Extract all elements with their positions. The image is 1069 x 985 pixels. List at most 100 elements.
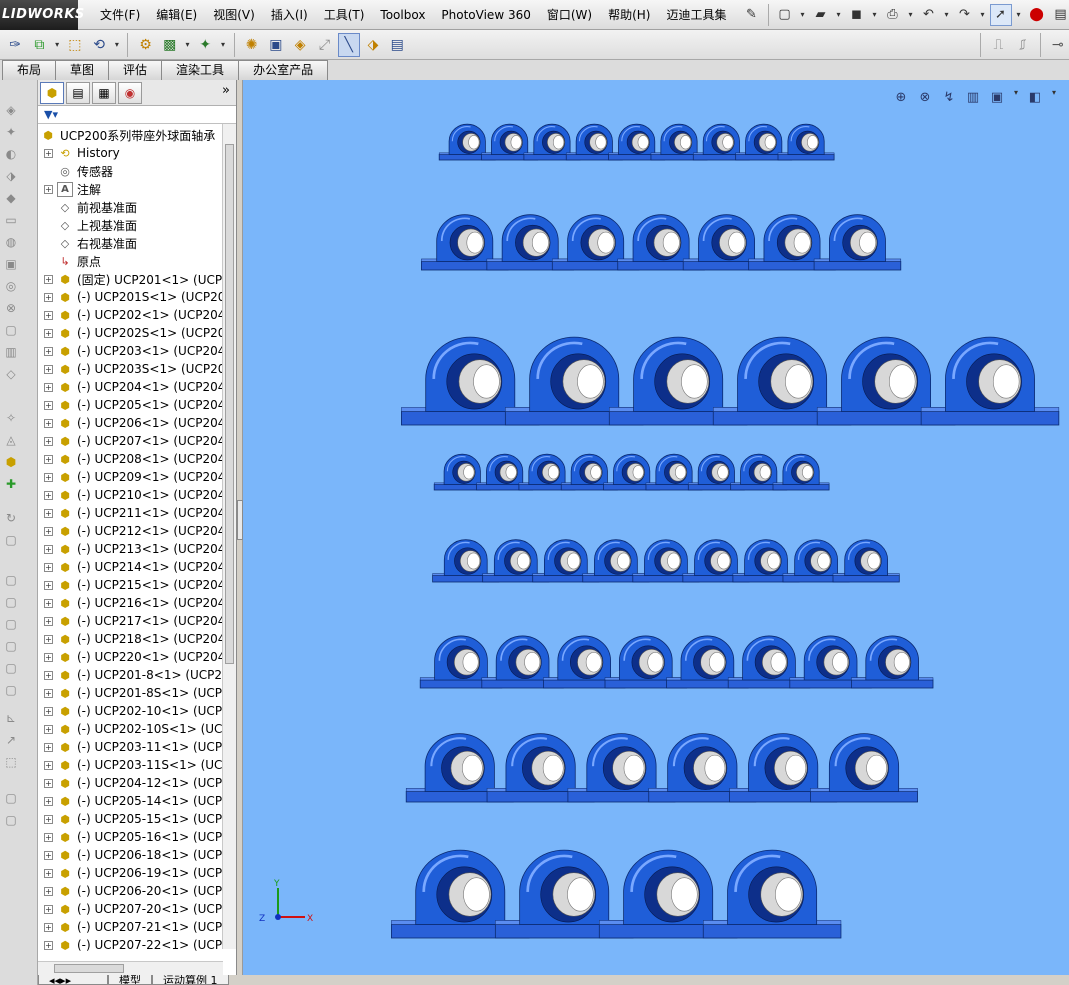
tree-item[interactable]: + ⬢ (-) UCP202-10S<1> (UCI <box>44 720 226 738</box>
tree-item[interactable]: + ⬢ (-) UCP202S<1> (UCP20 <box>44 324 225 342</box>
expand-icon[interactable]: + <box>44 454 53 464</box>
undo-dropdown-icon[interactable]: ▾ <box>942 10 952 19</box>
pattern-icon[interactable]: ▩ <box>159 33 181 57</box>
expand-icon[interactable]: + <box>44 598 53 608</box>
expand-icon[interactable]: + <box>44 706 53 716</box>
tree-item[interactable]: + ⬢ (-) UCP203S<1> (UCP20 <box>44 360 225 378</box>
tool-strip-icon[interactable]: ↗ <box>2 732 20 748</box>
expand-icon[interactable]: + <box>44 922 53 932</box>
zoom-to-fit-icon[interactable]: ⊕ <box>891 88 911 106</box>
new-document-icon[interactable]: ▢ <box>774 4 796 26</box>
tree-item[interactable]: + ⬢ (-) UCP218<1> (UCP204 <box>44 630 225 648</box>
tree-item[interactable]: + ⬢ (-) UCP212<1> (UCP204 <box>44 522 225 540</box>
tree-item[interactable]: + ⬢ (-) UCP206<1> (UCP204 <box>44 414 225 432</box>
expand-icon[interactable]: + <box>44 472 53 482</box>
expand-icon[interactable]: + <box>44 850 53 860</box>
tree-item[interactable]: + ⬢ (固定) UCP201<1> (UCP2 <box>44 270 230 288</box>
nav-arrows-icon[interactable]: ◂◂▸▸ <box>38 975 108 985</box>
expand-icon[interactable]: + <box>44 652 53 662</box>
display-icon[interactable]: ▤ <box>386 33 408 57</box>
traffic-light-icon[interactable]: ⬤ <box>1026 4 1048 26</box>
scrollbar-thumb[interactable] <box>225 144 234 664</box>
tool-strip-icon[interactable]: ▢ <box>2 572 20 588</box>
tree-item[interactable]: + ⬢ (-) UCP213<1> (UCP204 <box>44 540 225 558</box>
tool-strip-icon[interactable]: ◍ <box>2 234 20 250</box>
tool-strip-icon[interactable]: ▣ <box>2 256 20 272</box>
tree-item[interactable]: ◇ 上视基准面 <box>44 216 137 234</box>
mate-dropdown-icon[interactable]: ▾ <box>53 40 62 49</box>
tool-strip-icon[interactable]: ▢ <box>2 660 20 676</box>
menu-item[interactable]: 工具(T) <box>316 0 373 30</box>
tree-item[interactable]: + ⬢ (-) UCP206-19<1> (UCP2 <box>44 864 230 882</box>
key-icon[interactable]: ⊸ <box>1047 33 1069 57</box>
menu-item[interactable]: 帮助(H) <box>600 0 658 30</box>
tool-strip-icon[interactable]: ▢ <box>2 594 20 610</box>
tool-strip-icon[interactable]: ▢ <box>2 682 20 698</box>
step-icon[interactable]: ⎍ <box>987 33 1009 57</box>
tree-item[interactable]: + ⬢ (-) UCP202<1> (UCP204 <box>44 306 225 324</box>
command-tab[interactable]: 办公室产品 <box>238 60 329 80</box>
open-folder-icon[interactable]: ▰ <box>810 4 832 26</box>
tree-item[interactable]: + ⬢ (-) UCP201-8<1> (UCP2 <box>44 666 222 684</box>
tree-item[interactable]: + ⬢ (-) UCP203-11S<1> (UCI <box>44 756 226 774</box>
print-icon[interactable]: ⎙ <box>882 4 904 26</box>
expand-icon[interactable]: + <box>44 436 53 446</box>
reference-geometry-icon[interactable]: ✦ <box>194 33 216 57</box>
tree-item[interactable]: + ⬢ (-) UCP201S<1> (UCP20 <box>44 288 225 306</box>
tree-item[interactable]: + ⬢ (-) UCP203-11<1> (UCP2 <box>44 738 230 756</box>
pillow-block-bearing[interactable] <box>813 214 902 271</box>
command-tab[interactable]: 渲染工具 <box>161 60 240 80</box>
tree-item[interactable]: ◎ 传感器 <box>44 162 113 180</box>
tree-item[interactable]: + ⬢ (-) UCP207-22<1> (UCP2 <box>44 936 230 951</box>
undo-icon[interactable]: ↶ <box>918 4 940 26</box>
tool-strip-icon[interactable]: ◎ <box>2 278 20 294</box>
section-view-icon[interactable]: ▥ <box>963 88 983 106</box>
interference-icon[interactable]: ◈ <box>289 33 311 57</box>
tool-strip-icon[interactable]: ▢ <box>2 532 20 548</box>
profile-icon[interactable]: ⎎ <box>1012 33 1034 57</box>
menu-item[interactable]: PhotoView 360 <box>433 0 538 30</box>
expand-icon[interactable]: + <box>44 292 53 302</box>
expand-icon[interactable]: + <box>44 688 53 698</box>
tool-strip-icon[interactable]: ✚ <box>2 476 20 492</box>
tool-strip-icon[interactable]: ▢ <box>2 322 20 338</box>
expand-icon[interactable]: + <box>44 742 53 752</box>
tree-item[interactable]: + ⬢ (-) UCP209<1> (UCP204 <box>44 468 225 486</box>
bill-of-materials-icon[interactable]: ▣ <box>265 33 287 57</box>
tool-strip-icon[interactable]: ◐ <box>2 146 20 162</box>
feature-tree-horizontal-scrollbar[interactable] <box>38 961 223 975</box>
tree-item[interactable]: + ⬢ (-) UCP201-8S<1> (UCP2 <box>44 684 230 702</box>
expand-icon[interactable]: + <box>44 778 53 788</box>
menu-item[interactable]: Toolbox <box>372 0 433 30</box>
expand-icon[interactable]: + <box>44 868 53 878</box>
tool-strip-icon[interactable]: ◇ <box>2 366 20 382</box>
expand-icon[interactable]: + <box>44 580 53 590</box>
new-dropdown-icon[interactable]: ▾ <box>798 10 808 19</box>
expand-icon[interactable]: + <box>44 562 53 572</box>
smart-fasteners-icon[interactable]: ⚙ <box>134 33 156 57</box>
menu-item[interactable]: 迈迪工具集 <box>658 0 734 30</box>
tree-item[interactable]: + ⬢ (-) UCP210<1> (UCP204 <box>44 486 225 504</box>
expand-icon[interactable]: + <box>44 382 53 392</box>
tool-strip-icon[interactable]: ▢ <box>2 616 20 632</box>
tool-strip-icon[interactable]: ⬚ <box>2 754 20 770</box>
tree-item[interactable]: + A 注解 <box>44 180 101 198</box>
tree-item[interactable]: + ⬢ (-) UCP215<1> (UCP204 <box>44 576 225 594</box>
tool-strip-icon[interactable]: ▢ <box>2 638 20 654</box>
pin-icon[interactable]: ✎ <box>741 4 763 26</box>
insert-component-icon[interactable]: ⬚ <box>64 33 86 57</box>
tree-item[interactable]: + ⬢ (-) UCP203<1> (UCP204 <box>44 342 225 360</box>
graphics-viewport[interactable]: X Y Z ⊕ ⊗ ↯ ▥ ▣ ▾ ◧ ▾ <box>243 80 1069 975</box>
tree-item[interactable]: + ⬢ (-) UCP214<1> (UCP204 <box>44 558 225 576</box>
display-manager-tab-icon[interactable]: ◉ <box>118 81 142 104</box>
bottom-tab[interactable]: 模型 <box>108 975 152 985</box>
expand-icon[interactable]: + <box>44 796 53 806</box>
view-orientation-icon[interactable]: ▣ <box>987 88 1007 106</box>
expand-icon[interactable]: + <box>44 616 53 626</box>
tool-strip-icon[interactable]: ✦ <box>2 124 20 140</box>
tool-strip-icon[interactable]: ◈ <box>2 102 20 118</box>
expand-icon[interactable]: + <box>44 544 53 554</box>
tree-item[interactable]: + ⬢ (-) UCP211<1> (UCP204 <box>44 504 225 522</box>
pattern-dropdown-icon[interactable]: ▾ <box>183 40 192 49</box>
expand-panel-icon[interactable]: » <box>222 83 230 98</box>
